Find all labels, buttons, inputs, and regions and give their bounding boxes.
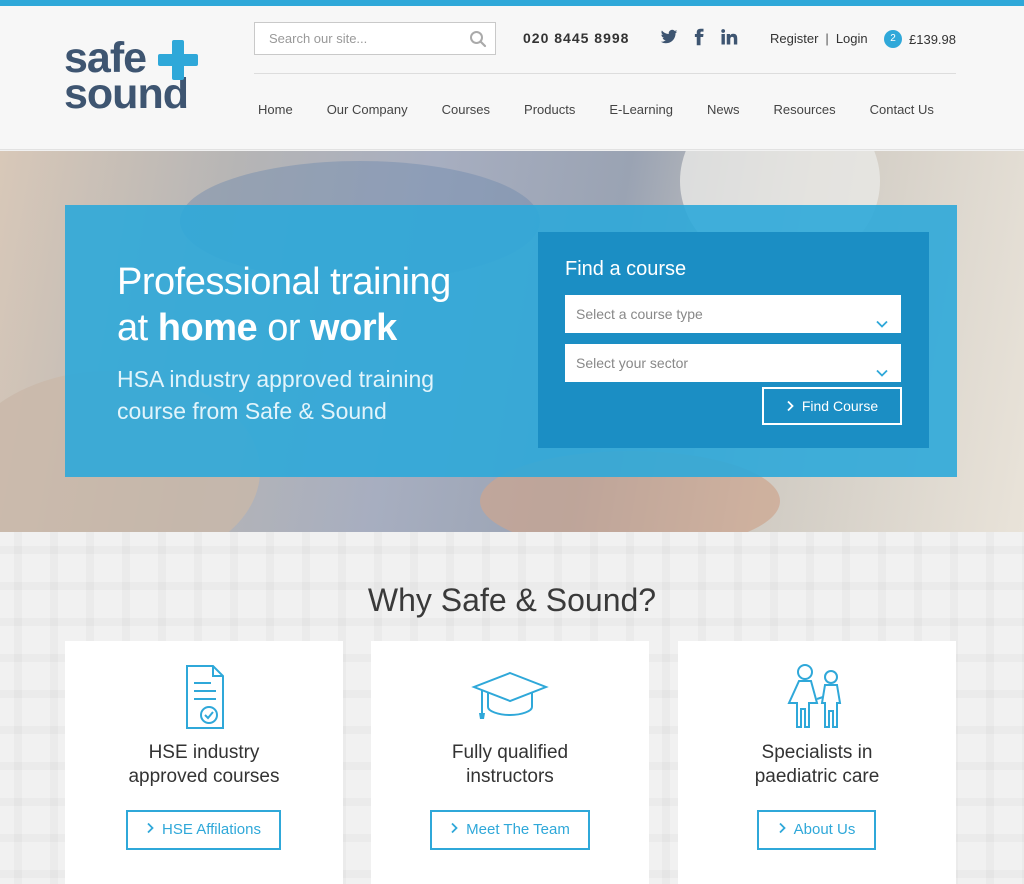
chevron-right-icon (450, 812, 458, 848)
find-course-button[interactable]: Find Course (762, 387, 902, 425)
twitter-icon[interactable] (660, 28, 678, 46)
graduation-cap-icon (470, 663, 550, 733)
link-separator: | (825, 31, 829, 46)
course-finder-title: Find a course (565, 258, 687, 280)
nav-item-news[interactable]: News (707, 102, 740, 122)
search-icon[interactable] (469, 30, 487, 48)
basket-total: £139.98 (909, 31, 956, 47)
feature-card: Specialists in paediatric care About Us (678, 641, 956, 884)
children-icon (777, 663, 857, 733)
hse-affiliations-button[interactable]: HSE Affilations (126, 810, 281, 850)
safe-sound-logo[interactable]: safe sound (64, 37, 214, 120)
nav-item-resources[interactable]: Resources (773, 102, 835, 122)
feature-card: HSE industry approved courses HSE Affila… (65, 641, 343, 884)
facebook-icon[interactable] (690, 28, 708, 46)
why-section: Why Safe & Sound? HSE industry approved … (0, 532, 1024, 884)
basket-count-badge: 2 (884, 30, 902, 48)
login-link[interactable]: Login (836, 31, 868, 46)
chevron-right-icon (146, 812, 154, 848)
nav-item-e-learning[interactable]: E-Learning (609, 102, 673, 122)
phone-number[interactable]: 020 8445 8998 (523, 30, 629, 46)
main-nav: Home Our Company Courses Products E-Lear… (258, 102, 968, 122)
account-links: Register | Login (770, 31, 868, 46)
sector-select[interactable]: Select your sector (565, 344, 901, 382)
course-type-select[interactable]: Select a course type (565, 295, 901, 333)
nav-item-our-company[interactable]: Our Company (327, 102, 408, 122)
site-header: safe sound 020 8445 8998 Register | Logi… (0, 6, 1024, 150)
chevron-right-icon (786, 390, 794, 424)
social-links (660, 28, 738, 46)
why-title: Why Safe & Sound? (367, 582, 657, 618)
basket-summary[interactable]: 2 £139.98 (884, 30, 956, 48)
feature-card: Fully qualified instructors Meet The Tea… (371, 641, 649, 884)
course-type-placeholder: Select a course type (576, 306, 703, 322)
header-divider (254, 73, 956, 74)
nav-item-contact-us[interactable]: Contact Us (870, 102, 934, 122)
chevron-down-icon (875, 307, 889, 328)
meet-the-team-button[interactable]: Meet The Team (430, 810, 590, 850)
chevron-right-icon (778, 812, 786, 848)
plus-icon (156, 38, 200, 82)
sector-placeholder: Select your sector (576, 355, 689, 371)
hero-promo-panel: Professional training at home or work HS… (65, 205, 957, 477)
search-input[interactable] (255, 23, 465, 54)
hero-subheading: HSA industry approved training course fr… (117, 366, 435, 424)
about-us-button[interactable]: About Us (757, 810, 876, 850)
nav-item-products[interactable]: Products (524, 102, 575, 122)
hero-headline: Professional training at home or work (117, 261, 451, 349)
register-link[interactable]: Register (770, 31, 818, 46)
nav-item-home[interactable]: Home (258, 102, 293, 122)
feature-card-title: Specialists in paediatric care (754, 742, 880, 787)
course-finder: Find a course Select a course type Selec… (538, 232, 929, 448)
nav-item-courses[interactable]: Courses (442, 102, 490, 122)
linkedin-icon[interactable] (720, 28, 738, 46)
certificate-icon (164, 663, 244, 733)
feature-card-title: Fully qualified instructors (451, 742, 569, 787)
hero-banner: Professional training at home or work HS… (0, 151, 1024, 532)
search-box (254, 22, 496, 55)
chevron-down-icon (875, 356, 889, 377)
feature-card-title: HSE industry approved courses (128, 742, 280, 787)
